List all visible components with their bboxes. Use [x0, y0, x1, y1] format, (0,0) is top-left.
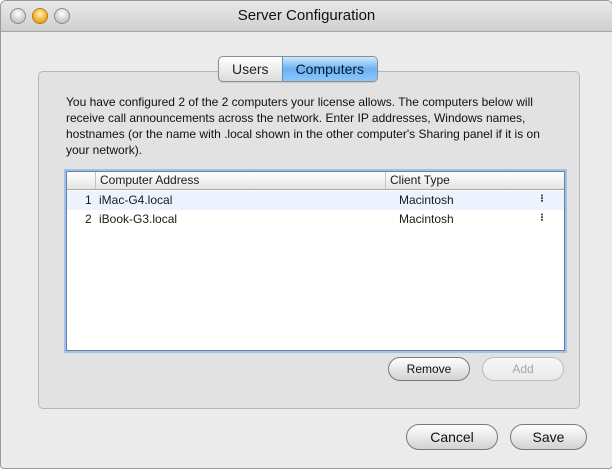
column-header-client-type[interactable]: Client Type — [385, 172, 564, 189]
save-button[interactable]: Save — [510, 424, 587, 450]
table-row[interactable]: 2 iBook-G3.local Macintosh ⁝ — [67, 210, 564, 229]
remove-button[interactable]: Remove — [388, 357, 470, 381]
table-header: Computer Address Client Type — [67, 172, 564, 190]
row-index: 1 — [85, 193, 92, 207]
client-type-cell[interactable]: Macintosh — [399, 191, 454, 210]
tab-bar: Users Computers — [218, 56, 379, 82]
client-type-popup-arrows-icon[interactable]: ⁝ — [538, 213, 546, 224]
add-button[interactable]: Add — [482, 357, 564, 381]
table-row[interactable]: 1 iMac-G4.local Macintosh ⁝ — [67, 191, 564, 210]
title-bar[interactable]: Server Configuration — [1, 1, 612, 32]
server-configuration-window: Server Configuration Users Computers You… — [0, 0, 612, 469]
row-index: 2 — [85, 212, 92, 226]
license-description: You have configured 2 of the 2 computers… — [66, 95, 540, 157]
column-header-computer-address[interactable]: Computer Address — [95, 172, 384, 189]
window-title: Server Configuration — [237, 7, 376, 24]
client-type-cell[interactable]: Macintosh — [399, 210, 454, 229]
cancel-button[interactable]: Cancel — [406, 424, 498, 450]
computer-address-cell[interactable]: iMac-G4.local — [99, 191, 172, 210]
computers-table[interactable]: Computer Address Client Type 1 iMac-G4.l… — [66, 171, 565, 351]
tab-users[interactable]: Users — [219, 57, 282, 81]
computer-address-cell[interactable]: iBook-G3.local — [99, 210, 177, 229]
tab-computers[interactable]: Computers — [281, 57, 378, 81]
client-type-popup-arrows-icon[interactable]: ⁝ — [538, 194, 546, 205]
